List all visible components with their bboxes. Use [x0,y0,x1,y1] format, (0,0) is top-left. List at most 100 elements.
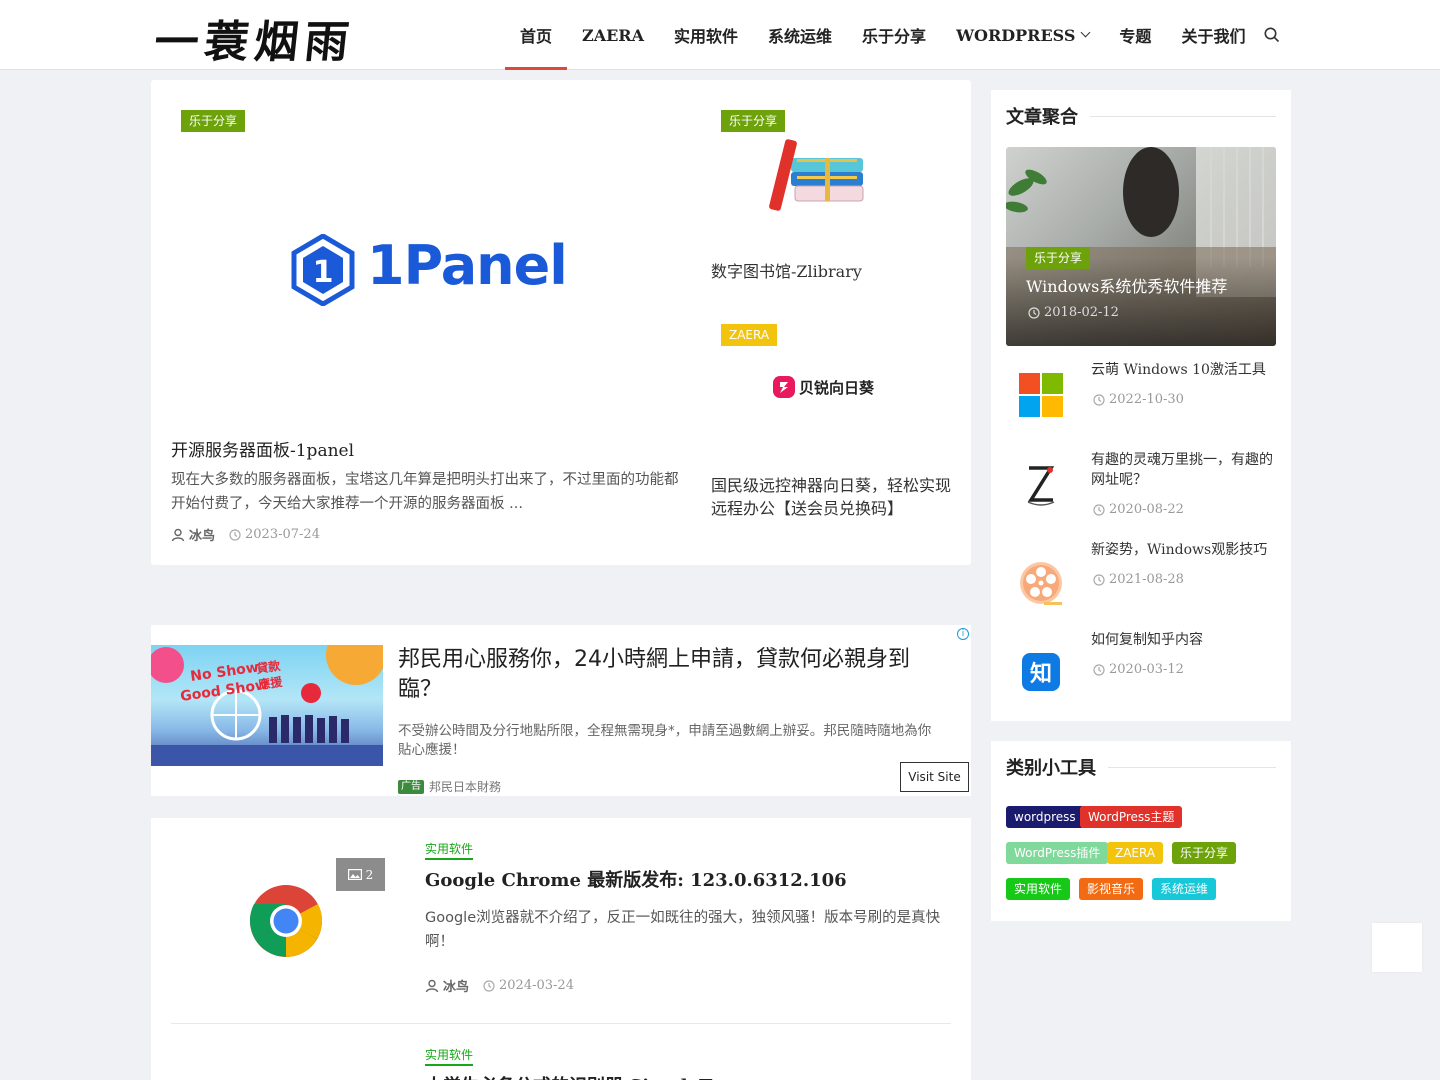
site-logo[interactable]: 一蓑烟雨 [152,6,359,70]
nav-label: 乐于分享 [862,27,927,46]
sidebar-post[interactable]: 知 如何复制知乎内容 2020-03-12 [1006,630,1276,710]
nav-item-software[interactable]: 实用软件 [659,0,753,70]
nav-item-wordpress[interactable]: WORDPRESS [941,0,1104,70]
category-tag[interactable]: 实用软件 [425,1046,474,1066]
image-count: 2 [365,867,374,882]
clock-icon [1093,663,1105,676]
ad-illustration: No Show 貸款 Good Show 應援 [151,645,383,766]
post-title[interactable]: Google Chrome 最新版发布: 123.0.6312.106 [425,866,847,892]
hero-date: 2018-02-12 [1028,305,1119,320]
visit-site-button[interactable]: Visit Site [900,762,969,792]
sunlogin-icon [773,376,795,398]
category-chip[interactable]: ZAERA [1107,842,1164,864]
ad-body: 不受辦公時間及分行地點所限，全程無需現身*，申請至過數網上辦妥。邦民隨時隨地為你… [398,723,932,758]
svg-text:知: 知 [1030,661,1052,687]
side-post-title[interactable]: 国民级远控神器向日葵，轻松实现远程办公【送会员兑换码】 [711,474,961,520]
sidebar-post-title[interactable]: 有趣的灵魂万里挑一，有趣的网址呢？ [1091,450,1281,490]
widget-title-text: 类别小工具 [1006,758,1096,779]
ad-image[interactable]: No Show 貸款 Good Show 應援 [151,645,383,766]
date-text: 2022-10-30 [1109,392,1184,407]
divider [171,1023,951,1024]
date-text: 2020-03-12 [1109,662,1184,677]
windows-logo-icon [1019,373,1063,417]
author-name: 冰鸟 [443,980,470,995]
nav-label: ZAERA [582,25,645,45]
author-link[interactable]: 冰鸟 [171,525,215,544]
hero-title[interactable]: Windows系统优秀软件推荐 [1026,273,1227,297]
nav-item-zaera[interactable]: ZAERA [567,0,659,70]
category-chip[interactable]: 乐于分享 [1172,842,1237,864]
post-thumbnail[interactable] [1006,548,1076,618]
category-chip[interactable]: wordpress [1006,806,1084,828]
category-chip[interactable]: WordPress插件 [1006,842,1109,864]
sunlogin-logo[interactable]: 贝锐向日葵 [773,376,874,398]
sidebar-post[interactable]: 云萌 Windows 10激活工具 2022-10-30 [1006,360,1276,440]
category-tag[interactable]: 乐于分享 [721,110,786,132]
category-tag[interactable]: 乐于分享 [1026,247,1091,269]
category-chip[interactable]: 系统运维 [1152,878,1217,900]
post-date: 2020-08-22 [1093,502,1184,517]
date-text: 2018-02-12 [1044,305,1119,320]
category-chip[interactable]: 实用软件 [1006,878,1071,900]
image-icon [347,869,362,880]
category-tag[interactable]: 实用软件 [425,840,474,860]
nav-item-about[interactable]: 关于我们 [1166,0,1260,70]
category-tag[interactable]: 乐于分享 [181,110,246,132]
nav-item-sysops[interactable]: 系统运维 [753,0,847,70]
post-thumbnail[interactable] [249,884,323,958]
widget-title-text: 文章聚合 [1006,107,1078,128]
film-reel-icon [1020,562,1062,605]
featured-thumbnail[interactable]: 1 1Panel [291,230,568,310]
post-date: 2023-07-24 [229,527,320,542]
nav-label: WORDPRESS [956,25,1076,45]
nav-label: 专题 [1119,27,1152,46]
hero-post[interactable]: 乐于分享 Windows系统优秀软件推荐 2018-02-12 [1006,147,1276,346]
post-list: 2 实用软件 Google Chrome 最新版发布: 123.0.6312.1… [151,818,971,1080]
post-thumbnail[interactable] [1006,360,1076,430]
ad-info-icon[interactable]: i [957,628,969,640]
ad-image-text: 應援 [257,674,284,692]
side-post-title[interactable]: 数字图书馆-Zlibrary [711,260,961,283]
widget-categories: 类别小工具 wordpress WordPress主题 WordPress插件 … [991,741,1291,921]
clock-icon [483,979,495,992]
sidebar-post-title[interactable]: 如何复制知乎内容 [1091,630,1281,650]
author-link[interactable]: 冰鸟 [425,976,469,995]
sidebar-post-title[interactable]: 新姿势，Windows观影技巧 [1091,540,1281,560]
category-tag[interactable]: ZAERA [721,324,778,346]
user-icon [425,979,439,992]
clock-icon [229,528,241,541]
post-date: 2022-10-30 [1093,392,1184,407]
date-text: 2021-08-28 [1109,572,1184,587]
ad-headline[interactable]: 邦民用心服務你，24小時網上申請，貸款何必親身到臨？ [398,645,928,705]
clock-icon [1093,573,1105,586]
sidebar-post[interactable]: 有趣的灵魂万里挑一，有趣的网址呢？ 2020-08-22 [1006,450,1276,530]
sunlogin-brand-text: 贝锐向日葵 [799,378,875,397]
books-icon[interactable] [769,136,869,216]
date-text: 2023-07-24 [245,527,320,542]
1panel-logo-icon: 1 [291,234,355,306]
widget-title: 类别小工具 [1006,754,1276,780]
ad-advertiser: 广告 邦民日本財務 [398,778,501,795]
post-thumbnail[interactable]: 知 [1006,637,1076,707]
featured-title[interactable]: 开源服务器面板-1panel [171,436,354,461]
ad-advertiser-name: 邦民日本財務 [429,780,502,794]
nav-item-share[interactable]: 乐于分享 [847,0,941,70]
zhihu-logo-icon: 知 [1022,653,1060,691]
back-to-top-button[interactable] [1372,923,1422,972]
post-thumbnail[interactable] [1006,450,1076,520]
nav-item-home[interactable]: 首页 [505,0,568,70]
post-title[interactable]: 大学生必备公式的识别器 SimpleTex [425,1072,733,1080]
post-date: 2024-03-24 [483,978,574,993]
main-nav: 首页 ZAERA 实用软件 系统运维 乐于分享 WORDPRESS 专题 关于我… [505,0,1260,70]
nav-item-topics[interactable]: 专题 [1104,0,1166,70]
search-icon[interactable] [1263,26,1281,44]
category-chip[interactable]: 影视音乐 [1079,878,1144,900]
sidebar-post[interactable]: 新姿势，Windows观影技巧 2021-08-28 [1006,540,1276,620]
sidebar-post-title[interactable]: 云萌 Windows 10激活工具 [1091,360,1281,380]
nav-label: 关于我们 [1181,27,1246,46]
image-count-badge: 2 [336,858,385,891]
nav-label: 实用软件 [674,27,739,46]
category-chip[interactable]: WordPress主题 [1080,806,1183,828]
featured-meta: 冰鸟 2023-07-24 [171,525,320,544]
ad-banner: i No Show 貸款 Good Show 應援 邦民用心服務你，24小時網上… [151,625,971,796]
